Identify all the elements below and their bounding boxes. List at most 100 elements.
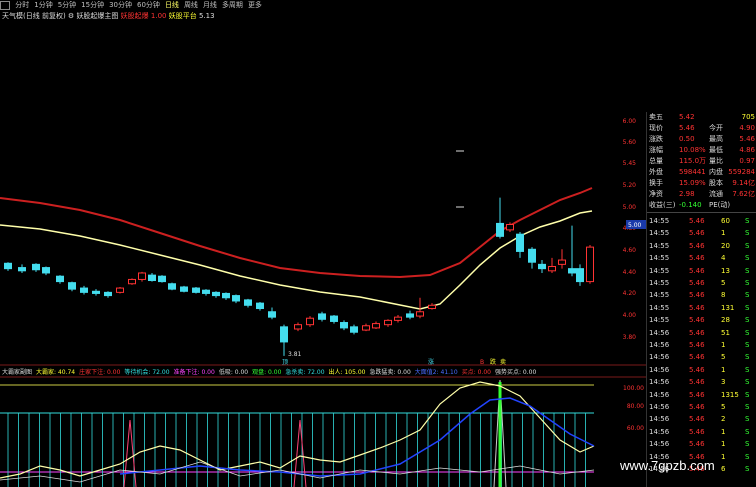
signal-marker: 涨 — [428, 358, 434, 366]
price-tick-label: 4.20 — [623, 290, 637, 297]
stock-terminal: 分时 1分钟 5分钟 15分钟 30分钟 60分钟 日线 周线 月线 多周期 更多 天气模(日线 前… — [0, 0, 756, 487]
tick-cell: 14:55 — [649, 303, 670, 312]
candle-body — [128, 278, 136, 285]
tick-row: 14:55 5.46 20 S — [649, 241, 756, 252]
tick-row: 14:56 5.46 1 S — [649, 427, 756, 438]
tick-row: 14:56 5.46 1 S — [649, 365, 756, 376]
divider — [647, 212, 756, 213]
tick-cell: S — [745, 365, 750, 374]
tick-cell: 5.46 — [689, 353, 705, 362]
candle-body — [4, 262, 12, 270]
quote-label: 外盘 — [649, 168, 663, 176]
tick-row: 14:56 5.46 1 S — [649, 340, 756, 351]
tick-cell: S — [745, 452, 750, 461]
candle-body — [56, 275, 64, 283]
quote-label2: 量比 — [709, 157, 723, 165]
tick-row: 14:55 5.46 131 S — [649, 303, 756, 314]
candle-body — [406, 313, 414, 318]
tick-cell: 5.46 — [689, 427, 705, 436]
quote-row: 现价 5.46 今开 4.90 — [649, 123, 756, 134]
tick-cell: 5.46 — [689, 390, 705, 399]
candle-body — [372, 323, 380, 329]
tick-cell: S — [745, 427, 750, 436]
legend-item-10: 大面值2: 41.10 — [414, 369, 458, 376]
candle-body — [362, 325, 370, 331]
legend-item-5: 低吸: 0.00 — [218, 369, 249, 376]
legend-item-0: 大霸家副图 — [2, 369, 33, 376]
tick-cell: 14:55 — [649, 266, 670, 275]
tick-cell: 5.46 — [689, 403, 705, 411]
quote-value: 115.0万 — [679, 157, 707, 165]
price-tick-label: 4.40 — [623, 269, 637, 276]
candle-body — [212, 291, 220, 297]
legend-item-3: 等待机会: 72.00 — [124, 369, 170, 376]
tick-cell: 2 — [721, 415, 726, 424]
tick-cell: 5.46 — [689, 328, 705, 337]
tick-cell: 5 — [721, 279, 726, 287]
quote-value: 5.46 — [679, 124, 695, 132]
tick-cell: S — [745, 229, 750, 238]
signal-marker: 顶 — [282, 359, 288, 366]
candle-body — [116, 287, 124, 293]
tick-cell: 5 — [721, 403, 726, 411]
signal-marker: B — [480, 359, 484, 366]
legend-item-6: 观盘: 0.00 — [252, 369, 282, 376]
quote-label2: 今开 — [709, 124, 723, 132]
tick-cell: 1315 — [721, 390, 739, 399]
quote-row: 换手 15.09% 股本 9.14亿 — [649, 178, 756, 189]
watermark-text: www.7gpzb.com — [620, 458, 715, 473]
candle-body — [104, 291, 112, 297]
tick-cell: 14:55 — [649, 291, 670, 300]
candle-body — [244, 299, 252, 306]
quote-label: 涨跌 — [649, 135, 663, 143]
tick-cell: 14:56 — [649, 341, 670, 349]
tick-cell: 5.46 — [689, 241, 705, 250]
candle-body — [138, 272, 146, 280]
tick-cell: 1 — [721, 427, 726, 436]
tick-cell: 5.46 — [689, 254, 705, 263]
tick-cell: S — [745, 254, 750, 263]
candle-body — [42, 267, 50, 274]
candle-body — [428, 304, 436, 310]
price-tick-label: 6.00 — [623, 118, 637, 125]
quote-label: 收益(三) — [649, 201, 676, 209]
sub-axis-label: 100.00 — [623, 385, 644, 392]
tick-cell: 14:55 — [649, 254, 670, 263]
current-price-text: 5.00 — [628, 222, 642, 229]
candle-body — [158, 275, 166, 283]
tick-cell: S — [745, 266, 750, 275]
quote-value: 598441 — [679, 168, 706, 176]
candle-body — [232, 295, 240, 302]
tick-row: 14:55 5.46 4 S — [649, 253, 756, 264]
tick-row: 14:55 5.46 5 S — [649, 278, 756, 289]
kline-chart[interactable]: 6.005.605.455.205.004.804.604.404.204.00… — [0, 0, 646, 487]
quote-row: 净资 2.98 流通 7.62亿 — [649, 189, 756, 200]
tick-row: 14:56 5.46 2 S — [649, 414, 756, 425]
tick-cell: S — [745, 353, 750, 362]
legend-item-2: 庄家下注: 0.00 — [79, 369, 121, 376]
tick-cell: S — [745, 415, 750, 424]
quote-row: 卖五 5.42 705 — [649, 112, 756, 123]
tick-cell: 14:56 — [649, 365, 670, 374]
price-tick-label: 5.60 — [623, 139, 637, 146]
quote-label2: 股本 — [709, 179, 723, 187]
tick-cell: 13 — [721, 266, 730, 275]
tick-cell: 14:55 — [649, 241, 670, 250]
tick-cell: 8 — [721, 291, 726, 300]
quote-label2: 最低 — [709, 146, 723, 154]
candle-body — [340, 322, 348, 329]
candle-body — [268, 311, 276, 318]
tick-cell: 5.46 — [689, 291, 705, 300]
tick-cell: S — [745, 465, 750, 473]
candle-body — [350, 326, 358, 333]
tick-cell: 5.46 — [689, 365, 705, 374]
legend-item-7: 急杀卖: 72.00 — [285, 369, 325, 376]
quote-value2: 9.14亿 — [732, 179, 755, 187]
tick-cell: 14:56 — [649, 427, 670, 436]
price-tick-label: 3.80 — [623, 334, 637, 341]
tick-cell: 14:56 — [649, 328, 670, 337]
quote-value: 2.98 — [679, 190, 695, 198]
quote-value2: 7.62亿 — [732, 190, 755, 198]
tick-cell: 5.46 — [689, 279, 705, 287]
tick-cell: 14:56 — [649, 403, 670, 411]
